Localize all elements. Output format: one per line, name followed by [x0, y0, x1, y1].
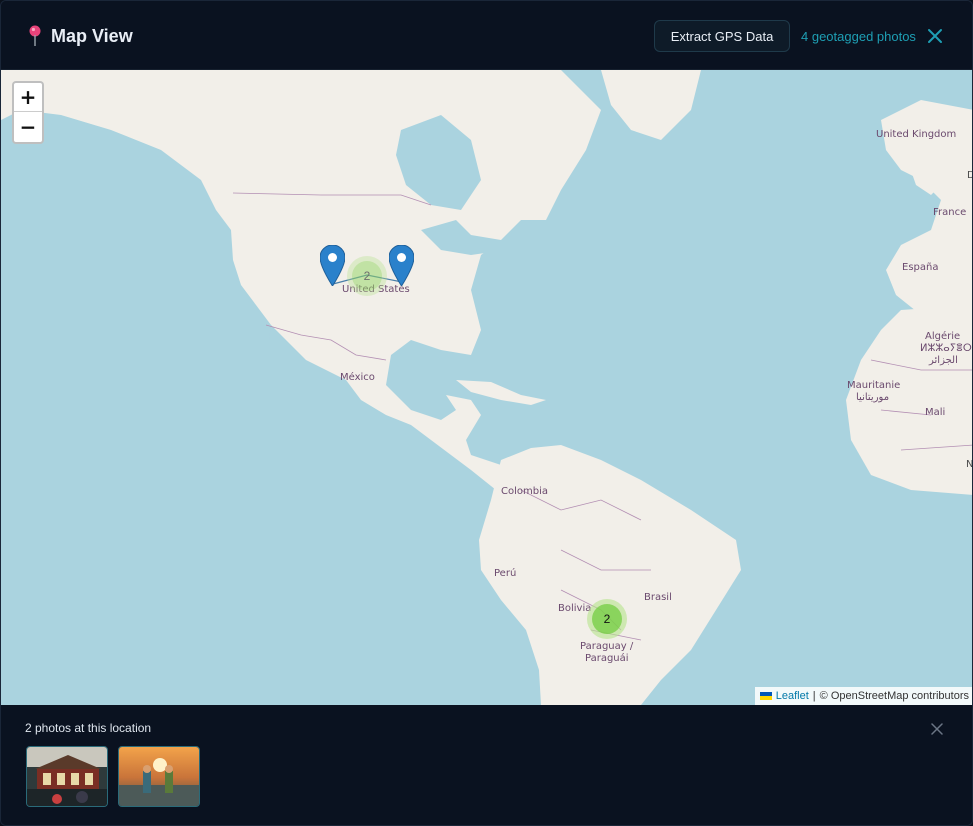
osm-attribution: © OpenStreetMap contributors [819, 690, 969, 702]
label-algerie-arabic: الجزائر [929, 355, 958, 366]
label-bolivia: Bolivia [558, 603, 592, 614]
location-photos-panel: 2 photos at this location [1, 705, 972, 825]
ukraine-flag-icon [759, 692, 772, 700]
page-title: Map View [51, 25, 133, 46]
leaflet-link[interactable]: Leaflet [776, 690, 809, 702]
label-mali: Mali [925, 407, 946, 418]
close-icon[interactable] [926, 27, 944, 45]
photo-thumbnail-1[interactable] [26, 746, 108, 807]
map-pin-icon [29, 25, 41, 46]
label-mauritanie-arabic: موريتانيا [856, 392, 890, 403]
label-mexico: México [340, 372, 375, 383]
map-canvas[interactable]: United Kingdom France España Algérie ⵍⵣⵣ… [1, 70, 973, 705]
label-united-kingdom: United Kingdom [876, 129, 957, 140]
map-attribution: Leaflet | © OpenStreetMap contributors [754, 687, 972, 705]
zoom-in-button[interactable]: + [14, 83, 42, 112]
greenland-land [601, 70, 701, 140]
label-espana: España [902, 262, 939, 273]
label-algerie: Algérie [925, 331, 961, 342]
close-icon[interactable] [931, 723, 943, 735]
map-marker-icon[interactable] [320, 245, 345, 286]
label-france: France [933, 207, 967, 218]
label-edge-d: D [967, 170, 972, 181]
usa-cluster-count: 2 [352, 261, 382, 291]
geotagged-count: 4 geotagged photos [801, 29, 916, 44]
modal-header: Map View Extract GPS Data 4 geotagged ph… [1, 1, 972, 70]
map-tiles [1, 70, 972, 705]
south-america-land [479, 445, 741, 705]
title-group: Map View [27, 25, 133, 47]
photo-thumbnail-2[interactable] [118, 746, 200, 807]
label-mauritanie: Mauritanie [847, 380, 901, 391]
usa-cluster[interactable]: 2 [347, 256, 387, 296]
label-algerie-berber: ⵍⵣⵣⴰⵢⴻⵔ [920, 343, 972, 354]
attribution-separator: | [812, 690, 816, 702]
photo-image [119, 747, 199, 806]
zoom-out-button[interactable]: − [14, 112, 42, 141]
label-edge-n: N [966, 459, 973, 470]
north-america-land [1, 70, 601, 490]
south-america-cluster-count: 2 [592, 604, 622, 634]
location-photos-title: 2 photos at this location [25, 721, 152, 735]
zoom-control: + − [12, 81, 44, 144]
label-colombia: Colombia [501, 486, 548, 497]
south-america-cluster[interactable]: 2 [587, 599, 627, 639]
extract-gps-button[interactable]: Extract GPS Data [654, 20, 790, 52]
photo-image [27, 747, 107, 806]
label-brasil: Brasil [644, 592, 672, 603]
label-paraguay: Paraguay / [580, 641, 634, 652]
label-peru: Perú [494, 568, 517, 579]
label-paraguai: Paraguái [585, 653, 629, 664]
map-marker-icon[interactable] [389, 245, 414, 286]
map-view-modal: Map View Extract GPS Data 4 geotagged ph… [0, 0, 973, 826]
